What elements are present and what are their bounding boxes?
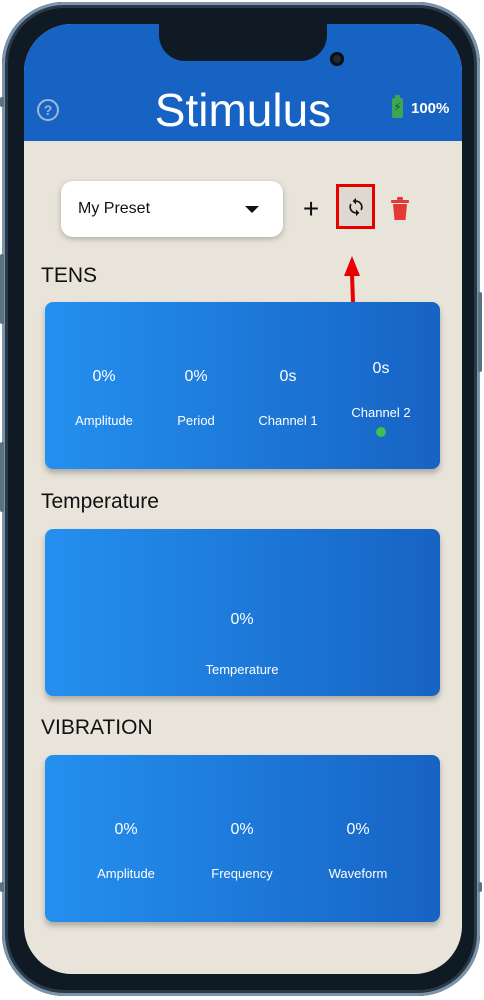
tens-section-title: TENS bbox=[41, 264, 98, 287]
front-camera bbox=[330, 52, 344, 66]
vibration-amplitude-value: 0% bbox=[114, 821, 138, 838]
preset-selected-value: My Preset bbox=[78, 200, 151, 217]
temperature-card[interactable]: 0% Temperature bbox=[45, 529, 440, 696]
power-button bbox=[478, 292, 482, 372]
vibration-frequency-label: Frequency bbox=[211, 866, 273, 881]
camera-notch bbox=[159, 24, 344, 66]
preset-dropdown[interactable]: My Preset bbox=[61, 181, 283, 237]
side-button bbox=[0, 97, 4, 107]
caret-down-icon bbox=[245, 206, 259, 213]
battery-percentage: 100% bbox=[411, 100, 450, 117]
temperature-label: Temperature bbox=[205, 662, 279, 677]
add-preset-button[interactable]: + bbox=[296, 194, 326, 224]
volume-down-button bbox=[0, 442, 4, 512]
temperature-section-title: Temperature bbox=[41, 490, 159, 513]
vibration-amplitude-label: Amplitude bbox=[97, 866, 155, 881]
side-button bbox=[478, 882, 482, 892]
vibration-frequency-value: 0% bbox=[230, 821, 254, 838]
vibration-waveform-value: 0% bbox=[346, 821, 370, 838]
tens-channel2-value: 0s bbox=[372, 360, 390, 377]
tens-channel2-label: Channel 2 bbox=[351, 405, 411, 420]
tens-card[interactable]: 0% Amplitude 0% Period 0s Channel 1 0s C… bbox=[45, 302, 440, 469]
channel2-status-dot bbox=[376, 427, 386, 437]
battery-charging-icon: ⚡ bbox=[392, 95, 403, 118]
side-button bbox=[0, 882, 4, 892]
trash-icon bbox=[391, 197, 409, 220]
volume-up-button bbox=[0, 254, 4, 324]
refresh-icon bbox=[349, 197, 363, 217]
vibration-card[interactable]: 0% Amplitude 0% Frequency 0% Waveform bbox=[45, 755, 440, 922]
vibration-waveform-label: Waveform bbox=[328, 866, 388, 881]
delete-preset-button[interactable] bbox=[390, 197, 410, 221]
temperature-value: 0% bbox=[230, 611, 254, 628]
phone-frame: ? Stimulus ⚡ 100% My Preset + TENS 0% Am… bbox=[0, 2, 482, 996]
app-screen: ? Stimulus ⚡ 100% My Preset + TENS 0% Am… bbox=[24, 24, 462, 974]
refresh-button[interactable] bbox=[336, 184, 375, 229]
vibration-section-title: VIBRATION bbox=[41, 716, 153, 739]
